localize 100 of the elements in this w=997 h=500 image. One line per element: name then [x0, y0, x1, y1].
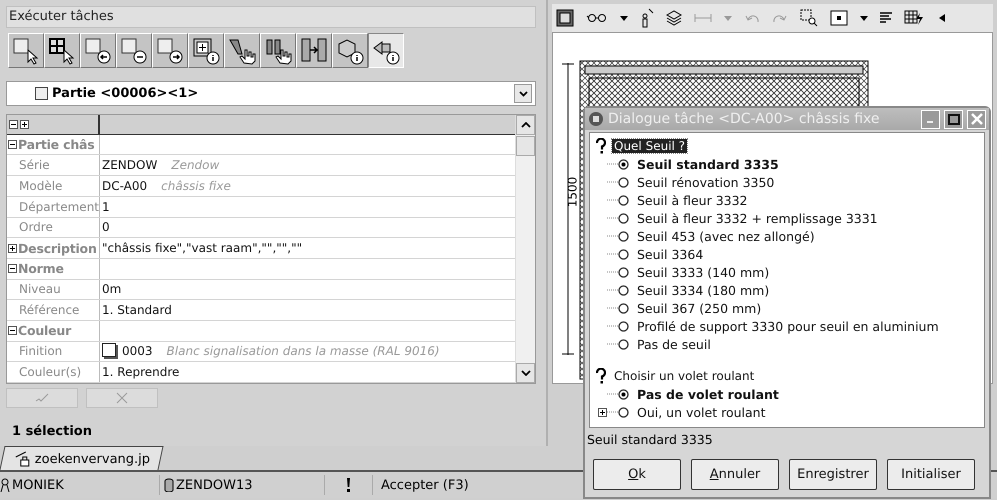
dialog-button[interactable]: Enregistrer — [789, 459, 877, 490]
tree-connector — [607, 307, 618, 309]
radio-button[interactable] — [618, 406, 629, 418]
group-label: Description — [18, 240, 97, 256]
question-icon — [596, 138, 606, 154]
radio-button[interactable] — [618, 212, 629, 224]
layers-icon[interactable] — [666, 10, 682, 26]
part-label: Partie <00006><1> — [52, 86, 200, 101]
property-value: ZENDOW — [102, 158, 158, 172]
radio-button[interactable] — [618, 320, 629, 332]
part-right-icon — [155, 36, 185, 66]
property-label: Ordre — [19, 220, 53, 234]
option-item[interactable]: Seuil 3364 — [618, 246, 704, 262]
option-item[interactable]: Seuil à fleur 3332 + remplissage 3331 — [618, 210, 878, 226]
option-item[interactable]: Pas de volet roulant — [618, 386, 779, 402]
view-mode-icon[interactable] — [830, 10, 848, 26]
collapse-icon[interactable] — [8, 264, 17, 274]
option-item[interactable]: Oui, un volet roulant — [618, 404, 766, 420]
scrollbar[interactable] — [515, 115, 535, 383]
group-header[interactable]: Description — [7, 238, 100, 258]
collapse-icon[interactable] — [8, 140, 17, 150]
property-value: 0m — [102, 282, 122, 296]
status-hint: Accepter (F3) — [381, 478, 469, 492]
value-note: Blanc signalisation dans la masse (RAL 9016) — [166, 344, 440, 358]
exclamation-icon — [346, 478, 351, 492]
option-item[interactable]: Profilé de support 3330 pour seuil en aluminium — [618, 318, 939, 334]
property-label: Niveau — [19, 282, 61, 296]
property-value: DC-A00 — [102, 178, 148, 193]
expand-all-icon[interactable] — [20, 120, 29, 129]
tree-connector — [607, 289, 618, 291]
radio-button[interactable] — [618, 284, 629, 296]
database-icon — [164, 478, 174, 492]
grid-pointer-icon — [47, 36, 77, 66]
group-label: Couleur — [18, 323, 72, 338]
toolbar-button[interactable] — [368, 33, 404, 68]
property-value: 1. Reprendre — [102, 365, 180, 380]
tree-connector — [607, 163, 618, 165]
property-value: 1 — [102, 200, 110, 214]
radio-button[interactable] — [618, 338, 629, 350]
user-icon — [0, 478, 10, 492]
cross-icon — [116, 392, 128, 404]
property-label: Série — [19, 158, 50, 172]
group-label: Partie châs — [18, 137, 94, 152]
tree-connector — [607, 199, 618, 201]
radio-button[interactable] — [618, 266, 629, 278]
radio-button[interactable] — [618, 176, 629, 188]
dialog-title: Dialogue tâche <DC-A00> châssis fixe — [608, 111, 880, 127]
file-tab[interactable]: zoekenvervang.jp — [0, 446, 164, 470]
option-item[interactable]: Seuil 3334 (180 mm) — [618, 282, 770, 298]
option-item[interactable]: Seuil rénovation 3350 — [618, 174, 774, 190]
dialog-button[interactable]: Ok — [593, 459, 681, 490]
part-left-icon — [83, 36, 113, 66]
radio-button[interactable] — [618, 248, 629, 260]
grid-lightning-icon[interactable] — [904, 10, 924, 26]
align-icon[interactable] — [880, 12, 892, 24]
option-item[interactable]: Pas de seuil — [618, 336, 711, 352]
option-item[interactable]: Seuil à fleur 3332 — [618, 192, 748, 208]
dialog-status: Seuil standard 3335 — [586, 431, 714, 448]
checkbox[interactable] — [35, 87, 48, 100]
property-value: 0003 — [122, 344, 153, 358]
zoom-area-icon[interactable] — [800, 9, 818, 27]
dialog-button[interactable]: Annuler — [691, 459, 779, 490]
question-icon — [596, 368, 606, 384]
question-label[interactable]: Choisir un volet roulant — [612, 369, 756, 383]
tree-connector — [607, 343, 618, 345]
radio-button[interactable] — [618, 388, 629, 400]
dropdown-button[interactable] — [514, 84, 532, 103]
part-dropdown[interactable]: Partie <00006><1> — [6, 81, 536, 106]
option-item[interactable]: Seuil 3333 (140 mm) — [618, 264, 770, 280]
selection-count: 1 sélection — [11, 424, 93, 439]
expand-icon[interactable] — [598, 408, 607, 416]
glasses-icon[interactable] — [586, 13, 608, 23]
option-item[interactable]: Seuil 453 (avec nez allongé) — [618, 228, 815, 244]
maximize-button[interactable] — [944, 110, 963, 128]
radio-button[interactable] — [618, 158, 629, 170]
group-header[interactable]: Couleur — [7, 320, 100, 341]
frame-info-icon — [191, 36, 221, 66]
collapse-all-icon[interactable] — [9, 120, 18, 129]
radio-button[interactable] — [618, 230, 629, 242]
radio-button[interactable] — [618, 302, 629, 314]
radio-button[interactable] — [618, 194, 629, 206]
option-item[interactable]: Seuil 367 (250 mm) — [618, 300, 762, 316]
caret-icon[interactable] — [620, 16, 628, 20]
caret-icon[interactable] — [860, 16, 868, 20]
expand-icon[interactable] — [8, 244, 17, 253]
value-note: Zendow — [171, 158, 220, 172]
property-label: Couleur(s) — [19, 365, 82, 380]
option-item[interactable]: Seuil standard 3335 — [618, 156, 779, 172]
collapse-icon[interactable] — [8, 326, 17, 336]
group-header[interactable]: Partie châs — [7, 134, 100, 154]
dialog-button[interactable]: Initialiser — [887, 459, 975, 490]
part-minus-icon — [119, 36, 149, 66]
group-header[interactable]: Norme — [7, 258, 100, 279]
scrollbar-thumb[interactable] — [516, 136, 535, 156]
chevron-down-icon — [518, 90, 528, 96]
frame-icon[interactable] — [556, 9, 574, 27]
question-label[interactable]: Quel Seuil ? — [612, 139, 688, 153]
person-icon[interactable] — [640, 8, 654, 28]
tree-connector — [607, 393, 618, 395]
locked-file-icon — [14, 450, 31, 466]
